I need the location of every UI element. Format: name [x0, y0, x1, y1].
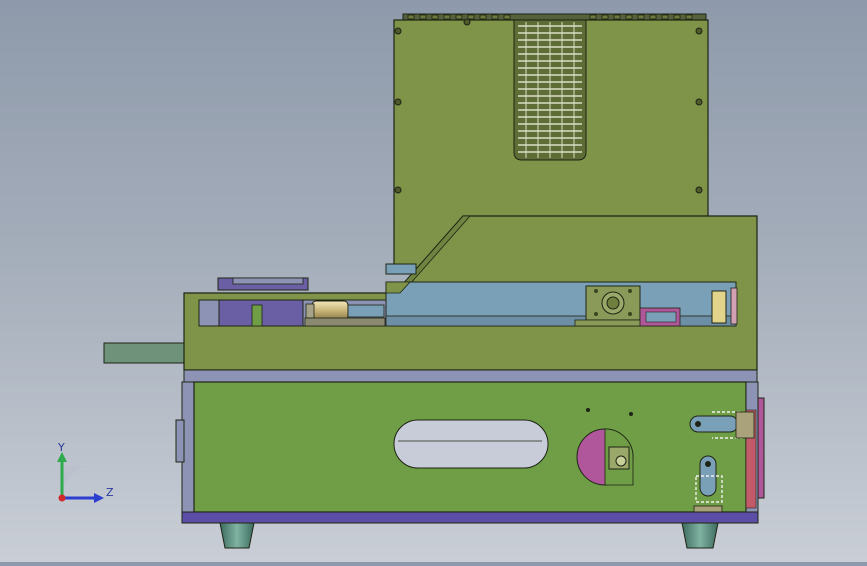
coordinate-triad: Y Z [57, 441, 114, 503]
middle-body [183, 215, 758, 371]
roller [311, 300, 349, 321]
y-axis-label: Y [57, 441, 65, 454]
drive-wheel [576, 428, 634, 486]
vent-grille [513, 19, 587, 161]
motor-mount [574, 285, 652, 327]
base-plate [181, 511, 759, 524]
feet [219, 522, 719, 549]
sensor-block [711, 290, 727, 324]
lower-cabinet [175, 381, 765, 521]
machine-model[interactable] [0, 0, 867, 562]
cad-viewport[interactable]: Y Z [0, 0, 867, 562]
mid-plate [183, 369, 758, 383]
origin-point [58, 494, 66, 502]
access-slot [393, 419, 549, 469]
z-axis-label: Z [106, 486, 114, 499]
feed-arm [103, 342, 185, 364]
